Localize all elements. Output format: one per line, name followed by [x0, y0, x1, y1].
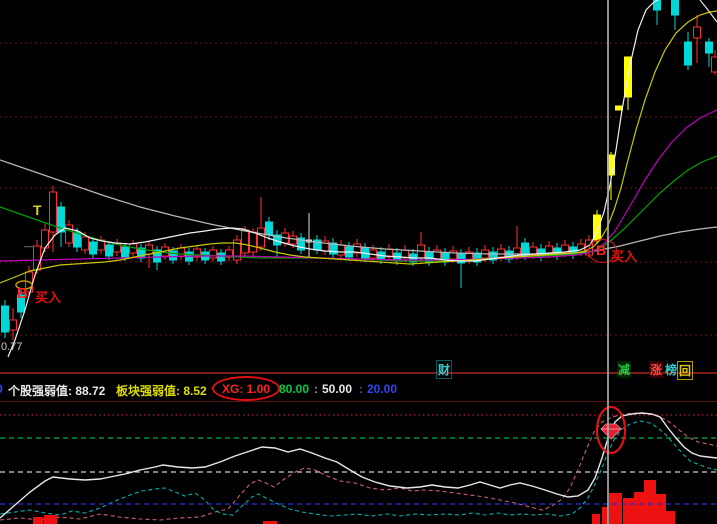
diamond-gem-icon	[600, 423, 622, 440]
decrease-badge[interactable]: 减	[617, 361, 632, 378]
crosshair-line[interactable]	[607, 0, 609, 524]
sector-strength-value: 板块强弱值: 8.52	[116, 384, 207, 398]
rise-badge[interactable]: 涨	[649, 361, 664, 378]
stock-strength-value: 个股强弱值: 88.72	[8, 384, 106, 398]
volume-histogram	[33, 480, 675, 524]
level-separator-2: :	[359, 382, 363, 396]
level-20-value: 20.00	[367, 382, 398, 396]
level-80-value: 80.00	[279, 382, 310, 396]
level-50-value: 50.00	[322, 382, 353, 396]
chart-canvas[interactable]	[0, 0, 717, 524]
price-low-label: 0.77	[1, 341, 23, 353]
caption-fragment: 0	[0, 382, 3, 396]
left-buy-label: 买入	[35, 290, 62, 305]
annotations	[15, 280, 626, 454]
return-badge[interactable]: 回	[677, 361, 694, 380]
ma-white	[7, 0, 659, 358]
left-buy-b-marker: B	[17, 285, 28, 302]
t-marker: T	[33, 202, 42, 218]
stock-chart-window: T — 0.77 B 买入 B 买入 财 减 涨 榜 回 0 个股强弱值: 88…	[0, 0, 717, 524]
main-panel	[0, 0, 717, 358]
rank-badge[interactable]: 榜	[664, 361, 678, 378]
dash-marker: —	[24, 241, 33, 251]
indicator-caption-bar[interactable]: 0 个股强弱值: 88.72 板块强弱值: 8.52 XG: 1.00 80.0…	[0, 372, 717, 402]
right-buy-circle	[588, 239, 617, 263]
finance-badge[interactable]: 财	[436, 360, 453, 379]
candles	[1, 0, 717, 340]
moving-averages	[0, 0, 717, 358]
level-separator-1: :	[314, 382, 318, 396]
xg-highlight-circle	[212, 376, 280, 401]
